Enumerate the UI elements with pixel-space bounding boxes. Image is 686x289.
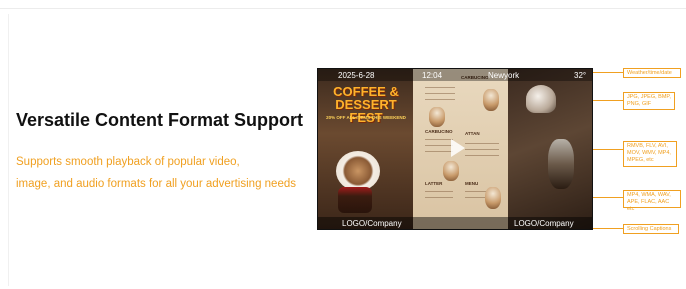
description-line-2: image, and audio formats for all your ad… bbox=[16, 178, 296, 190]
menu-item-line bbox=[425, 87, 455, 88]
description-line-1: Supports smooth playback of popular vide… bbox=[16, 156, 240, 168]
menu-item-line bbox=[465, 149, 499, 150]
screen-city: Newyork bbox=[488, 71, 520, 80]
menu-item-line bbox=[425, 145, 453, 146]
coffee-cup-icon bbox=[485, 187, 501, 209]
callout-video-formats: RMVB, FLV, AVI, MOV, WMV, MP4, MPEG, etc bbox=[623, 141, 677, 167]
menu-section-heading: CARBUCINO bbox=[425, 129, 453, 134]
menu-item-line bbox=[425, 99, 455, 100]
promo-title-line-2: DESSERT FEST bbox=[335, 97, 397, 125]
menu-item-line bbox=[465, 143, 499, 144]
menu-item-line bbox=[425, 197, 453, 198]
menu-section-heading: MENU bbox=[465, 181, 479, 186]
cake-image bbox=[338, 187, 372, 213]
menu-item-line bbox=[425, 93, 455, 94]
coffee-maker-image bbox=[548, 139, 574, 189]
callout-leader-audio bbox=[593, 197, 623, 198]
menu-item-line bbox=[425, 139, 453, 140]
screen-time: 12:04 bbox=[422, 71, 443, 80]
coffee-cup-icon bbox=[483, 89, 499, 111]
menu-section-heading: LATTER bbox=[425, 181, 443, 186]
menu-item-line bbox=[425, 191, 453, 192]
screen-logo-left: LOGO/Company bbox=[342, 219, 402, 228]
screen-date: 2025-6-28 bbox=[338, 71, 375, 80]
kettle-image bbox=[526, 85, 556, 113]
section-description: Supports smooth playback of popular vide… bbox=[16, 151, 316, 195]
callout-scrolling-captions: Scrolling Captions bbox=[623, 224, 679, 234]
menu-item-line bbox=[425, 151, 453, 152]
play-icon[interactable] bbox=[451, 139, 465, 157]
section-heading: Versatile Content Format Support bbox=[16, 110, 304, 130]
coffee-cup-icon bbox=[429, 107, 445, 127]
callout-leader-weather bbox=[593, 72, 623, 73]
callout-audio-formats: MP4, WMA, WAV, APE, FLAC, AAC etc bbox=[623, 190, 681, 212]
promo-subtitle: 20% OFF ALL ITEMS THIS WEEKEND bbox=[326, 115, 406, 120]
video-panel bbox=[508, 69, 592, 229]
coffee-cup-icon bbox=[443, 161, 459, 181]
menu-item-line bbox=[465, 155, 499, 156]
coffee-cup-image bbox=[336, 151, 380, 191]
callout-leader-video bbox=[593, 149, 623, 150]
promo-panel: COFFEE & DESSERT FEST 20% OFF ALL ITEMS … bbox=[318, 69, 413, 229]
top-divider bbox=[0, 8, 686, 9]
callout-leader-images bbox=[593, 100, 623, 101]
menu-section-heading: ATTAN bbox=[465, 131, 480, 136]
display-screen-preview: COFFEE & DESSERT FEST 20% OFF ALL ITEMS … bbox=[317, 68, 593, 230]
callout-leader-captions bbox=[593, 228, 623, 229]
callout-image-formats: JPG, JPEG, BMP, PNG, GIF bbox=[623, 92, 675, 110]
callout-weather: Weather/time/date bbox=[623, 68, 681, 78]
screen-temperature: 32° bbox=[574, 71, 587, 80]
screen-logo-right: LOGO/Company bbox=[514, 219, 574, 228]
